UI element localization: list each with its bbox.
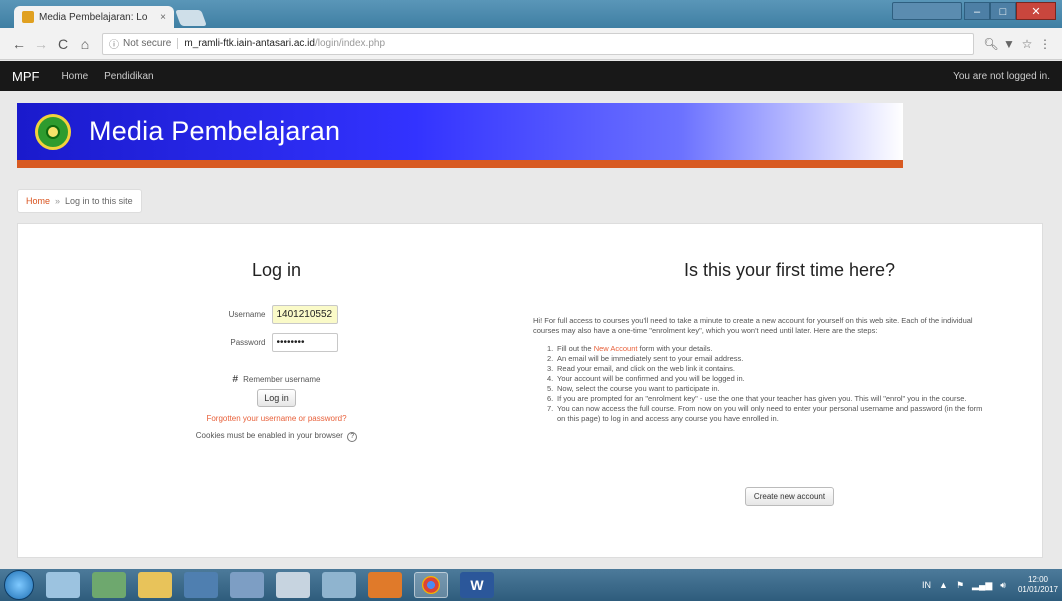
remember-checkbox[interactable]: #: [233, 374, 239, 385]
cookies-notice: Cookies must be enabled in your browser …: [18, 431, 535, 442]
reload-icon[interactable]: C: [52, 36, 74, 52]
favicon-icon: [22, 11, 34, 23]
signup-intro: Hi! For full access to courses you'll ne…: [533, 316, 973, 335]
firefox-icon[interactable]: [368, 572, 402, 598]
signup-step: 1. Fill out the New Account form with you…: [547, 344, 713, 353]
new-tab-button[interactable]: [175, 10, 207, 26]
remember-label: Remember username: [243, 375, 321, 384]
menu-icon[interactable]: ⋮: [1036, 37, 1054, 51]
forward-icon[interactable]: →: [30, 36, 52, 52]
address-bar[interactable]: ⓘ Not secure m_ramli-ftk.iain-antasari.a…: [102, 32, 974, 55]
create-account-button[interactable]: Create new account: [744, 487, 835, 506]
create-account-wrap: Create new account: [535, 487, 1044, 506]
network-icon[interactable]: [230, 572, 264, 598]
extension-icon[interactable]: ▼: [1000, 37, 1018, 51]
page-viewport: MPF Home Pendidikan You are not logged i…: [0, 61, 1062, 569]
tab-close-icon[interactable]: ×: [160, 12, 166, 23]
tab-title: Media Pembelajaran: Lo: [39, 11, 148, 23]
chrome-icon[interactable]: [414, 572, 448, 598]
help-icon[interactable]: ?: [347, 432, 358, 442]
settings-icon[interactable]: [276, 572, 310, 598]
file-icon[interactable]: [46, 572, 80, 598]
signup-step: 7. You can now access the full course. Fr…: [547, 404, 983, 423]
volume-icon[interactable]: 🔊︎: [1000, 580, 1006, 591]
site-header-banner: Media Pembelajaran: [17, 103, 903, 168]
institution-logo-icon: [35, 113, 71, 150]
site-navbar: MPF Home Pendidikan You are not logged i…: [0, 61, 1062, 91]
signup-step: 6. If you are prompted for an "enrolment …: [547, 394, 967, 403]
tray-arrow-icon[interactable]: ▲: [939, 580, 948, 590]
username-field[interactable]: [271, 305, 338, 324]
zoom-icon[interactable]: 🔍︎: [982, 37, 1000, 51]
browser-tab[interactable]: Media Pembelajaran: Lo ×: [14, 6, 174, 28]
login-form: Log in Username Password # Remember user…: [18, 224, 535, 559]
login-title: Log in: [251, 260, 302, 280]
security-label: Not secure: [123, 38, 179, 49]
signup-step: 2. An email will be immediately sent to y…: [547, 354, 744, 363]
login-info: You are not logged in.: [953, 70, 1050, 82]
signup-step: 5. Now, select the course you want to par…: [547, 384, 720, 393]
url-path: /login/index.php: [314, 38, 386, 49]
login-panel: Log in Username Password # Remember user…: [17, 223, 1043, 558]
nav-link-pendidikan[interactable]: Pendidikan: [104, 71, 153, 82]
username-row: Username: [18, 305, 535, 324]
password-row: Password: [18, 333, 535, 352]
minimize-button[interactable]: –: [964, 2, 990, 20]
bookmark-star-icon[interactable]: ☆: [1018, 37, 1036, 51]
site-title: Media Pembelajaran: [89, 116, 341, 146]
start-button[interactable]: [4, 570, 34, 600]
login-button-wrap: Log in: [18, 389, 535, 407]
graduation-cap-icon[interactable]: [92, 572, 126, 598]
toolbar-actions: 🔍︎ ▼ ☆ ⋮: [982, 37, 1054, 51]
media-icon[interactable]: [184, 572, 218, 598]
password-label: Password: [230, 338, 266, 347]
clock-date: 01/01/2017: [1017, 585, 1058, 594]
cookies-text: Cookies must be enabled in your browser: [195, 431, 343, 440]
breadcrumb: Home » Log in to this site: [17, 189, 142, 213]
signup-step: 4. Your account will be confirmed and you…: [547, 374, 745, 383]
password-field[interactable]: [271, 333, 338, 352]
signup-step: 3. Read your email, and click on the web …: [547, 364, 736, 373]
breadcrumb-home-link[interactable]: Home: [26, 196, 50, 206]
new-account-link[interactable]: New Account: [594, 344, 638, 353]
maximize-button[interactable]: □: [990, 2, 1016, 20]
url-host: m_ramli-ftk.iain-antasari.ac.id: [184, 38, 315, 49]
login-button[interactable]: Log in: [257, 389, 296, 407]
signup-title: Is this your first time here?: [683, 260, 896, 280]
app-icon[interactable]: [322, 572, 356, 598]
remember-row: # Remember username: [18, 374, 535, 385]
back-icon[interactable]: ←: [8, 36, 30, 52]
flag-icon[interactable]: ⚑: [956, 580, 964, 591]
close-window-button[interactable]: ✕: [1016, 2, 1056, 20]
breadcrumb-separator: »: [55, 196, 61, 206]
window-titlebar: Media Pembelajaran: Lo × – □ ✕: [0, 0, 1062, 28]
language-indicator[interactable]: IN: [922, 580, 931, 590]
word-icon[interactable]: W: [460, 572, 494, 598]
browser-toolbar: ← → C ⌂ ⓘ Not secure m_ramli-ftk.iain-an…: [0, 28, 1062, 60]
signup-steps: 1. Fill out the New Account form with you…: [547, 344, 987, 424]
folder-icon[interactable]: [138, 572, 172, 598]
profile-button[interactable]: [892, 2, 962, 20]
forgot-password-link[interactable]: Forgotten your username or password?: [18, 414, 535, 423]
window-controls: – □ ✕: [892, 2, 1056, 20]
site-brand[interactable]: MPF: [12, 69, 39, 84]
breadcrumb-current: Log in to this site: [65, 196, 133, 206]
nav-link-home[interactable]: Home: [61, 71, 88, 82]
os-taskbar: W IN ▲ ⚑ ▂▄▆ 🔊︎ 12:00 01/01/2017: [0, 569, 1062, 601]
username-label: Username: [228, 310, 266, 319]
system-tray: IN ▲ ⚑ ▂▄▆ 🔊︎ 12:00 01/01/2017: [922, 575, 1058, 595]
clock[interactable]: 12:00 01/01/2017: [1018, 575, 1058, 595]
info-icon[interactable]: ⓘ: [109, 36, 119, 51]
clock-time: 12:00: [1027, 575, 1048, 584]
signal-icon[interactable]: ▂▄▆: [972, 580, 992, 591]
home-icon[interactable]: ⌂: [74, 36, 96, 52]
signup-section: Is this your first time here? Hi! For fu…: [533, 224, 1044, 559]
